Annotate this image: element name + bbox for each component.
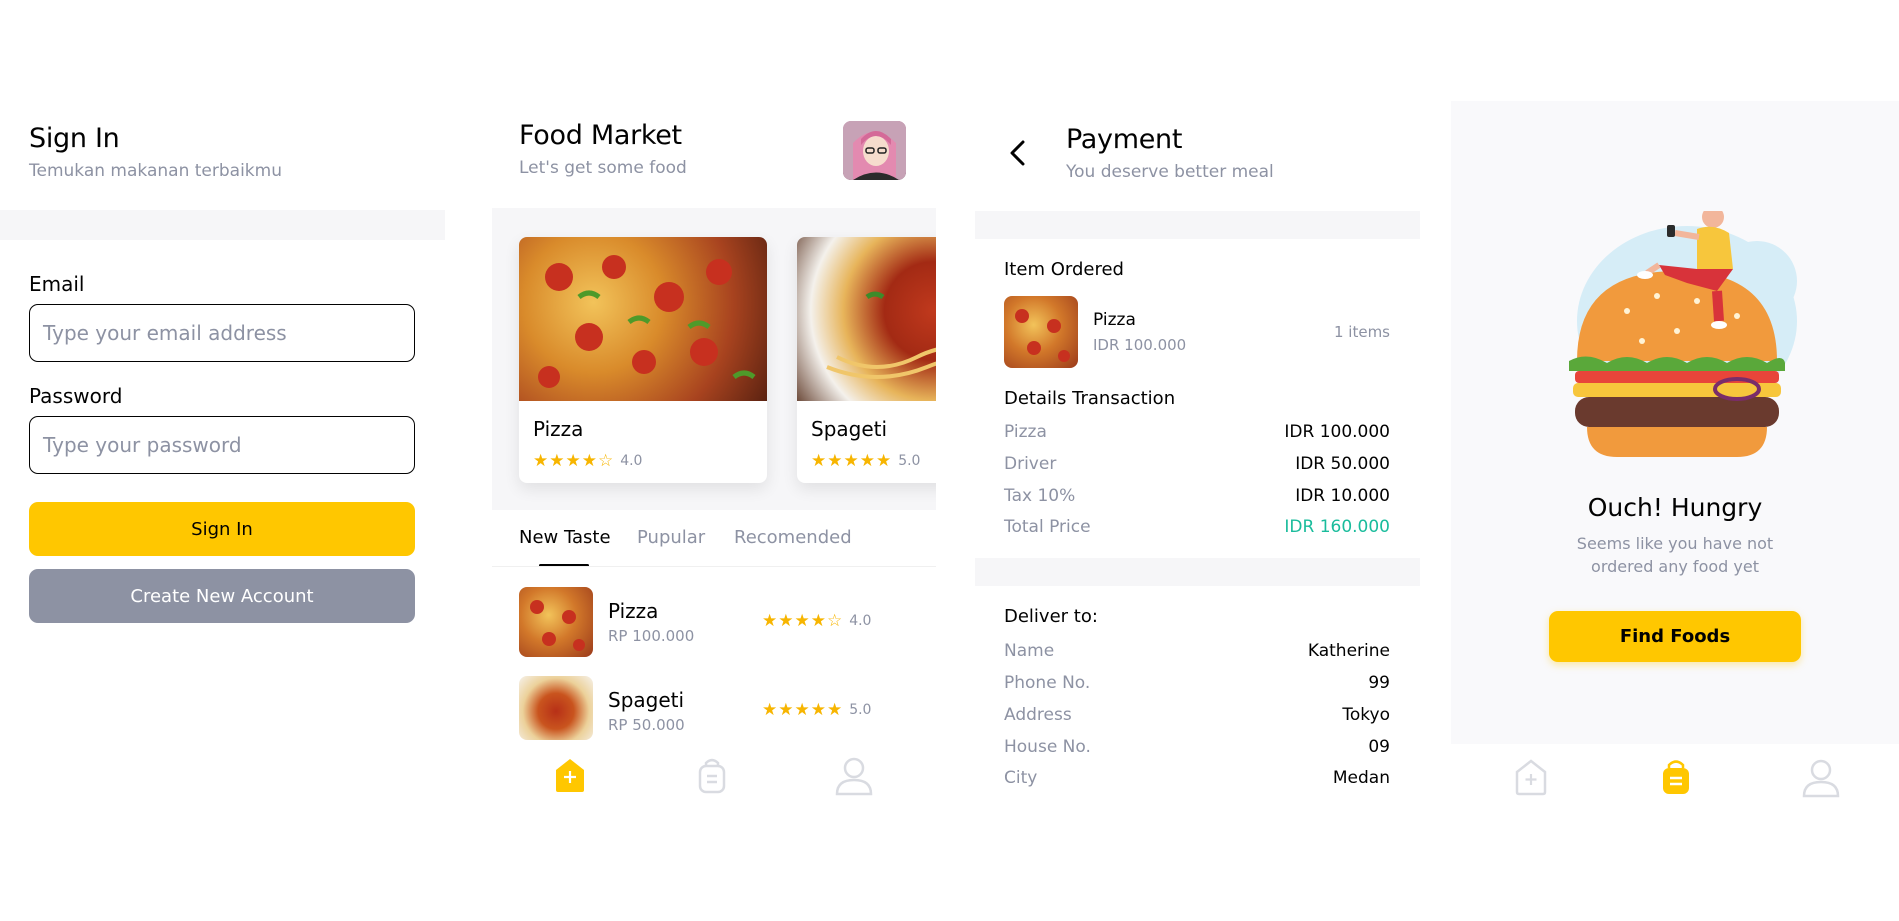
- deliver-label: Address: [1004, 705, 1072, 725]
- home-icon[interactable]: [1513, 758, 1549, 800]
- empty-state-message-line2: ordered any food yet: [1591, 557, 1759, 576]
- food-card-name: Spageti: [811, 417, 888, 441]
- list-item-name: Spageti: [608, 688, 685, 712]
- bottom-nav: [492, 740, 936, 810]
- detail-value: IDR 10.000: [1295, 486, 1390, 506]
- section-divider: [975, 211, 1420, 239]
- spageti-thumbnail: [519, 676, 593, 740]
- detail-value: IDR 100.000: [1284, 422, 1390, 442]
- order-bag-icon[interactable]: [697, 756, 727, 798]
- detail-value: IDR 50.000: [1295, 454, 1390, 474]
- deliver-value: Katherine: [1307, 641, 1390, 661]
- find-foods-button[interactable]: Find Foods: [1549, 611, 1801, 662]
- empty-order-screen: Ouch! Hungry Seems like you have not ord…: [1451, 101, 1899, 811]
- food-market-screen: Food Market Let's get some food Pizza ★★…: [492, 0, 936, 921]
- list-item[interactable]: Pizza RP 100.000 ★★★★☆ 4.0: [519, 587, 909, 657]
- deliver-label: Name: [1004, 641, 1055, 661]
- empty-state-title: Ouch! Hungry: [1587, 493, 1763, 522]
- deliver-label: City: [1004, 768, 1038, 788]
- avatar[interactable]: [843, 121, 906, 180]
- deliver-label: Phone No.: [1004, 673, 1091, 693]
- list-item-rating: ★★★★★ 5.0: [762, 700, 871, 720]
- list-item-name: Pizza: [608, 599, 659, 623]
- section-divider: [0, 210, 445, 240]
- detail-label: Tax 10%: [1004, 486, 1076, 506]
- deliver-value: Medan: [1332, 768, 1390, 788]
- total-label: Total Price: [1004, 517, 1091, 537]
- burger-illustration: [1547, 205, 1807, 475]
- food-card-rating: ★★★★☆ 4.0: [533, 451, 642, 471]
- tab-new-taste[interactable]: New Taste: [519, 527, 611, 548]
- pizza-thumbnail: [1004, 296, 1078, 368]
- password-input[interactable]: Type your password: [29, 416, 415, 474]
- deliver-label: House No.: [1004, 737, 1091, 757]
- home-icon[interactable]: [552, 756, 588, 798]
- page-subtitle: You deserve better meal: [1066, 162, 1274, 182]
- detail-label: Pizza: [1004, 422, 1047, 442]
- rating-value: 4.0: [620, 453, 643, 469]
- item-quantity: 1 items: [1333, 323, 1390, 341]
- tab-popular[interactable]: Pupular: [637, 527, 705, 548]
- password-label: Password: [29, 384, 123, 408]
- tab-divider: [492, 566, 936, 567]
- list-item-price: RP 50.000: [608, 716, 685, 734]
- food-card-name: Pizza: [533, 417, 584, 441]
- rating-value: 5.0: [849, 702, 872, 718]
- rating-value: 5.0: [898, 453, 921, 469]
- order-bag-icon[interactable]: [1660, 758, 1692, 800]
- page-title: Food Market: [519, 120, 682, 151]
- email-label: Email: [29, 272, 85, 296]
- page-title: Payment: [1066, 124, 1183, 155]
- spageti-photo: [797, 237, 936, 401]
- star-icon: ★★★★☆: [533, 451, 615, 471]
- signin-button[interactable]: Sign In: [29, 502, 415, 556]
- food-card[interactable]: Spageti ★★★★★ 5.0: [797, 237, 936, 483]
- list-item-price: RP 100.000: [608, 627, 695, 645]
- empty-state-message-line1: Seems like you have not: [1576, 534, 1774, 553]
- deliver-value: Tokyo: [1342, 705, 1390, 725]
- list-item-rating: ★★★★☆ 4.0: [762, 611, 871, 631]
- star-icon: ★★★★★: [811, 451, 893, 471]
- profile-icon[interactable]: [1801, 758, 1841, 802]
- email-input[interactable]: Type your email address: [29, 304, 415, 362]
- deliver-value: 09: [1368, 737, 1390, 757]
- page-subtitle: Let's get some food: [519, 158, 687, 178]
- section-divider: [975, 558, 1420, 586]
- pizza-photo: [519, 237, 767, 401]
- item-ordered-heading: Item Ordered: [1004, 259, 1124, 280]
- signin-screen: Sign In Temukan makanan terbaikmu Email …: [0, 0, 445, 921]
- deliver-heading: Deliver to:: [1004, 606, 1098, 627]
- page-title: Sign In: [29, 123, 120, 154]
- item-name: Pizza: [1093, 310, 1136, 330]
- page-subtitle: Temukan makanan terbaikmu: [29, 161, 282, 181]
- detail-label: Driver: [1004, 454, 1057, 474]
- food-card[interactable]: Pizza ★★★★☆ 4.0: [519, 237, 767, 483]
- star-icon: ★★★★★: [762, 700, 844, 720]
- create-account-button[interactable]: Create New Account: [29, 569, 415, 623]
- tab-recommended[interactable]: Recomended: [734, 527, 852, 548]
- pizza-thumbnail: [519, 587, 593, 657]
- payment-screen: Payment You deserve better meal Item Ord…: [975, 0, 1420, 921]
- profile-icon[interactable]: [834, 756, 874, 800]
- item-price: IDR 100.000: [1093, 336, 1187, 354]
- deliver-value: 99: [1368, 673, 1390, 693]
- star-icon: ★★★★☆: [762, 611, 844, 631]
- bottom-nav: [1451, 744, 1899, 811]
- details-heading: Details Transaction: [1004, 388, 1176, 409]
- rating-value: 4.0: [849, 613, 872, 629]
- food-card-rating: ★★★★★ 5.0: [811, 451, 920, 471]
- chevron-left-icon[interactable]: [1008, 140, 1026, 170]
- total-value: IDR 160.000: [1284, 517, 1390, 537]
- list-item[interactable]: Spageti RP 50.000 ★★★★★ 5.0: [519, 676, 909, 740]
